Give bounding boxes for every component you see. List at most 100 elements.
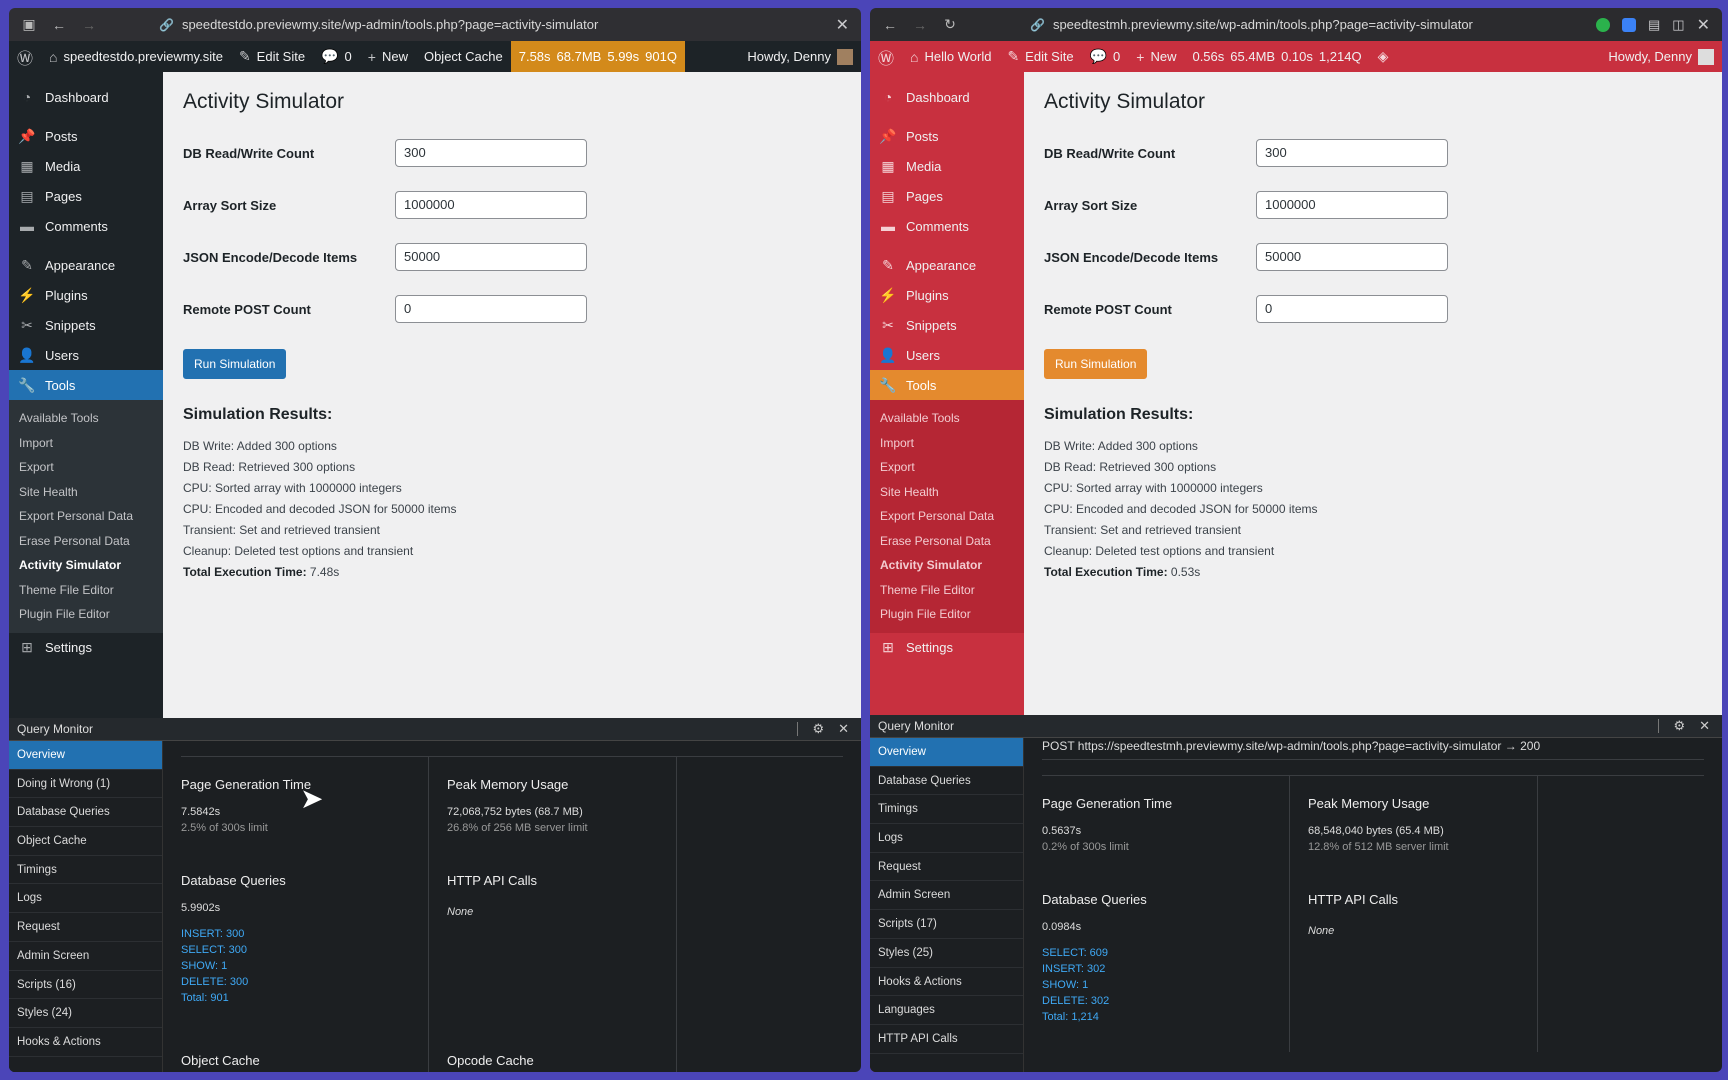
forward-icon[interactable]: → [79,17,99,33]
menu-snippets[interactable]: ✂ Snippets [9,310,163,340]
menu-comments[interactable]: ▬ Comments [870,211,1024,241]
json-items-input[interactable]: 50000 [395,243,587,271]
run-simulation-button[interactable]: Run Simulation [183,349,287,379]
edit-site-link[interactable]: ✎ Edit Site [231,41,313,72]
qm-nav-database-queries[interactable]: Database Queries [9,798,162,828]
submenu-activity-simulator[interactable]: Activity Simulator [9,553,163,578]
submenu-site-health[interactable]: Site Health [9,480,163,505]
menu-settings[interactable]: ⊞ Settings [870,633,1024,663]
submenu-theme-file-editor[interactable]: Theme File Editor [870,578,1024,603]
qm-nav-hooks[interactable]: Hooks & Actions [9,1028,162,1057]
array-size-input[interactable]: 1000000 [395,191,587,219]
query-type-link[interactable]: SHOW: 1 [181,958,418,974]
site-name-link[interactable]: ⌂ Hello World [902,41,999,72]
site-info-icon[interactable]: 🔗 [1030,18,1045,32]
new-content-link[interactable]: + New [1128,41,1184,72]
qm-nav-admin-screen[interactable]: Admin Screen [9,942,162,971]
diamond-icon[interactable]: ◈ [1370,41,1397,72]
db-count-input[interactable]: 300 [1256,139,1448,167]
menu-snippets[interactable]: ✂ Snippets [870,310,1024,340]
qm-nav-scripts[interactable]: Scripts (16) [9,971,162,1000]
query-type-link[interactable]: DELETE: 300 [181,974,418,990]
menu-plugins[interactable]: ⚡ Plugins [9,280,163,310]
edit-site-link[interactable]: ✎ Edit Site [999,41,1081,72]
split-view-icon[interactable]: ◫ [1672,17,1684,33]
qm-nav-http-api-calls[interactable]: HTTP API Calls [870,1025,1023,1054]
submenu-site-health[interactable]: Site Health [870,480,1024,505]
remote-post-input[interactable]: 0 [1256,295,1448,323]
reload-icon[interactable]: ↻ [940,16,960,33]
object-cache-link[interactable]: Object Cache [416,41,511,72]
comments-link[interactable]: 💬 0 [313,41,360,72]
wp-logo-icon[interactable]: Ⓦ [870,41,902,72]
my-account-link[interactable]: Howdy, Denny [739,41,861,72]
gear-icon[interactable]: ⚙ [812,721,824,737]
submenu-erase-personal-data[interactable]: Erase Personal Data [9,529,163,554]
qm-nav-hooks[interactable]: Hooks & Actions [870,968,1023,997]
submenu-activity-simulator[interactable]: Activity Simulator [870,553,1024,578]
query-type-link[interactable]: INSERT: 302 [1042,961,1279,977]
menu-users[interactable]: 👤 Users [9,340,163,370]
menu-appearance[interactable]: ✎ Appearance [870,250,1024,280]
qm-nav-overview[interactable]: Overview [870,738,1023,767]
qm-nav-timings[interactable]: Timings [870,795,1023,825]
close-icon[interactable]: ✕ [1697,15,1710,35]
query-total-link[interactable]: Total: 901 [181,990,418,1006]
query-total-link[interactable]: Total: 1,214 [1042,1009,1279,1025]
query-monitor-stats[interactable]: 7.58s 68.7MB 5.99s 901Q [510,41,685,72]
menu-plugins[interactable]: ⚡ Plugins [870,280,1024,310]
qm-nav-timings[interactable]: Timings [9,856,162,885]
array-size-input[interactable]: 1000000 [1256,191,1448,219]
close-icon[interactable]: ✕ [838,721,849,737]
json-items-input[interactable]: 50000 [1256,243,1448,271]
comments-link[interactable]: 💬 0 [1082,41,1129,72]
qm-nav-database-queries[interactable]: Database Queries [870,767,1023,796]
menu-tools[interactable]: 🔧 Tools [9,370,163,400]
submenu-export[interactable]: Export [870,455,1024,480]
wp-logo-icon[interactable]: Ⓦ [9,41,41,72]
qm-nav-object-cache[interactable]: Object Cache [9,827,162,856]
sidebar-toggle-icon[interactable]: ▣ [19,16,39,33]
menu-comments[interactable]: ▬ Comments [9,211,163,241]
submenu-erase-personal-data[interactable]: Erase Personal Data [870,529,1024,554]
menu-tools[interactable]: 🔧 Tools [870,370,1024,400]
menu-appearance[interactable]: ✎ Appearance [9,250,163,280]
menu-posts[interactable]: 📌 Posts [9,121,163,151]
gear-icon[interactable]: ⚙ [1673,718,1685,734]
address-bar[interactable]: 🔗 speedtestmh.previewmy.site/wp-admin/to… [1030,17,1473,32]
query-type-link[interactable]: SELECT: 609 [1042,945,1279,961]
qm-nav-request[interactable]: Request [9,913,162,942]
menu-users[interactable]: 👤 Users [870,340,1024,370]
reader-icon[interactable]: ▤ [1648,17,1660,33]
site-info-icon[interactable]: 🔗 [159,18,174,32]
submenu-export-personal-data[interactable]: Export Personal Data [9,504,163,529]
new-content-link[interactable]: + New [360,41,416,72]
submenu-export-personal-data[interactable]: Export Personal Data [870,504,1024,529]
query-type-link[interactable]: SELECT: 300 [181,942,418,958]
submenu-available-tools[interactable]: Available Tools [870,406,1024,431]
back-icon[interactable]: ← [880,17,900,33]
submenu-plugin-file-editor[interactable]: Plugin File Editor [9,602,163,627]
qm-nav-styles[interactable]: Styles (24) [9,999,162,1028]
menu-dashboard[interactable]: ◔ Dashboard [870,82,1024,112]
menu-posts[interactable]: 📌 Posts [870,121,1024,151]
qm-nav-logs[interactable]: Logs [870,824,1023,853]
submenu-theme-file-editor[interactable]: Theme File Editor [9,578,163,603]
db-count-input[interactable]: 300 [395,139,587,167]
address-bar[interactable]: 🔗 speedtestdo.previewmy.site/wp-admin/to… [159,17,598,32]
qm-nav-languages[interactable]: Languages [870,996,1023,1025]
site-name-link[interactable]: ⌂ speedtestdo.previewmy.site [41,41,231,72]
query-type-link[interactable]: DELETE: 302 [1042,993,1279,1009]
menu-settings[interactable]: ⊞ Settings [9,633,163,663]
forward-icon[interactable]: → [910,17,930,33]
menu-dashboard[interactable]: ◔ Dashboard [9,82,163,112]
menu-media[interactable]: ▦ Media [870,151,1024,181]
submenu-plugin-file-editor[interactable]: Plugin File Editor [870,602,1024,627]
extension-icon[interactable] [1596,17,1610,32]
qm-nav-request[interactable]: Request [870,853,1023,882]
my-account-link[interactable]: Howdy, Denny [1600,41,1722,72]
close-tab-icon[interactable]: ✕ [836,15,849,35]
submenu-import[interactable]: Import [870,431,1024,456]
menu-pages[interactable]: ▤ Pages [9,181,163,211]
close-icon[interactable]: ✕ [1699,718,1710,734]
